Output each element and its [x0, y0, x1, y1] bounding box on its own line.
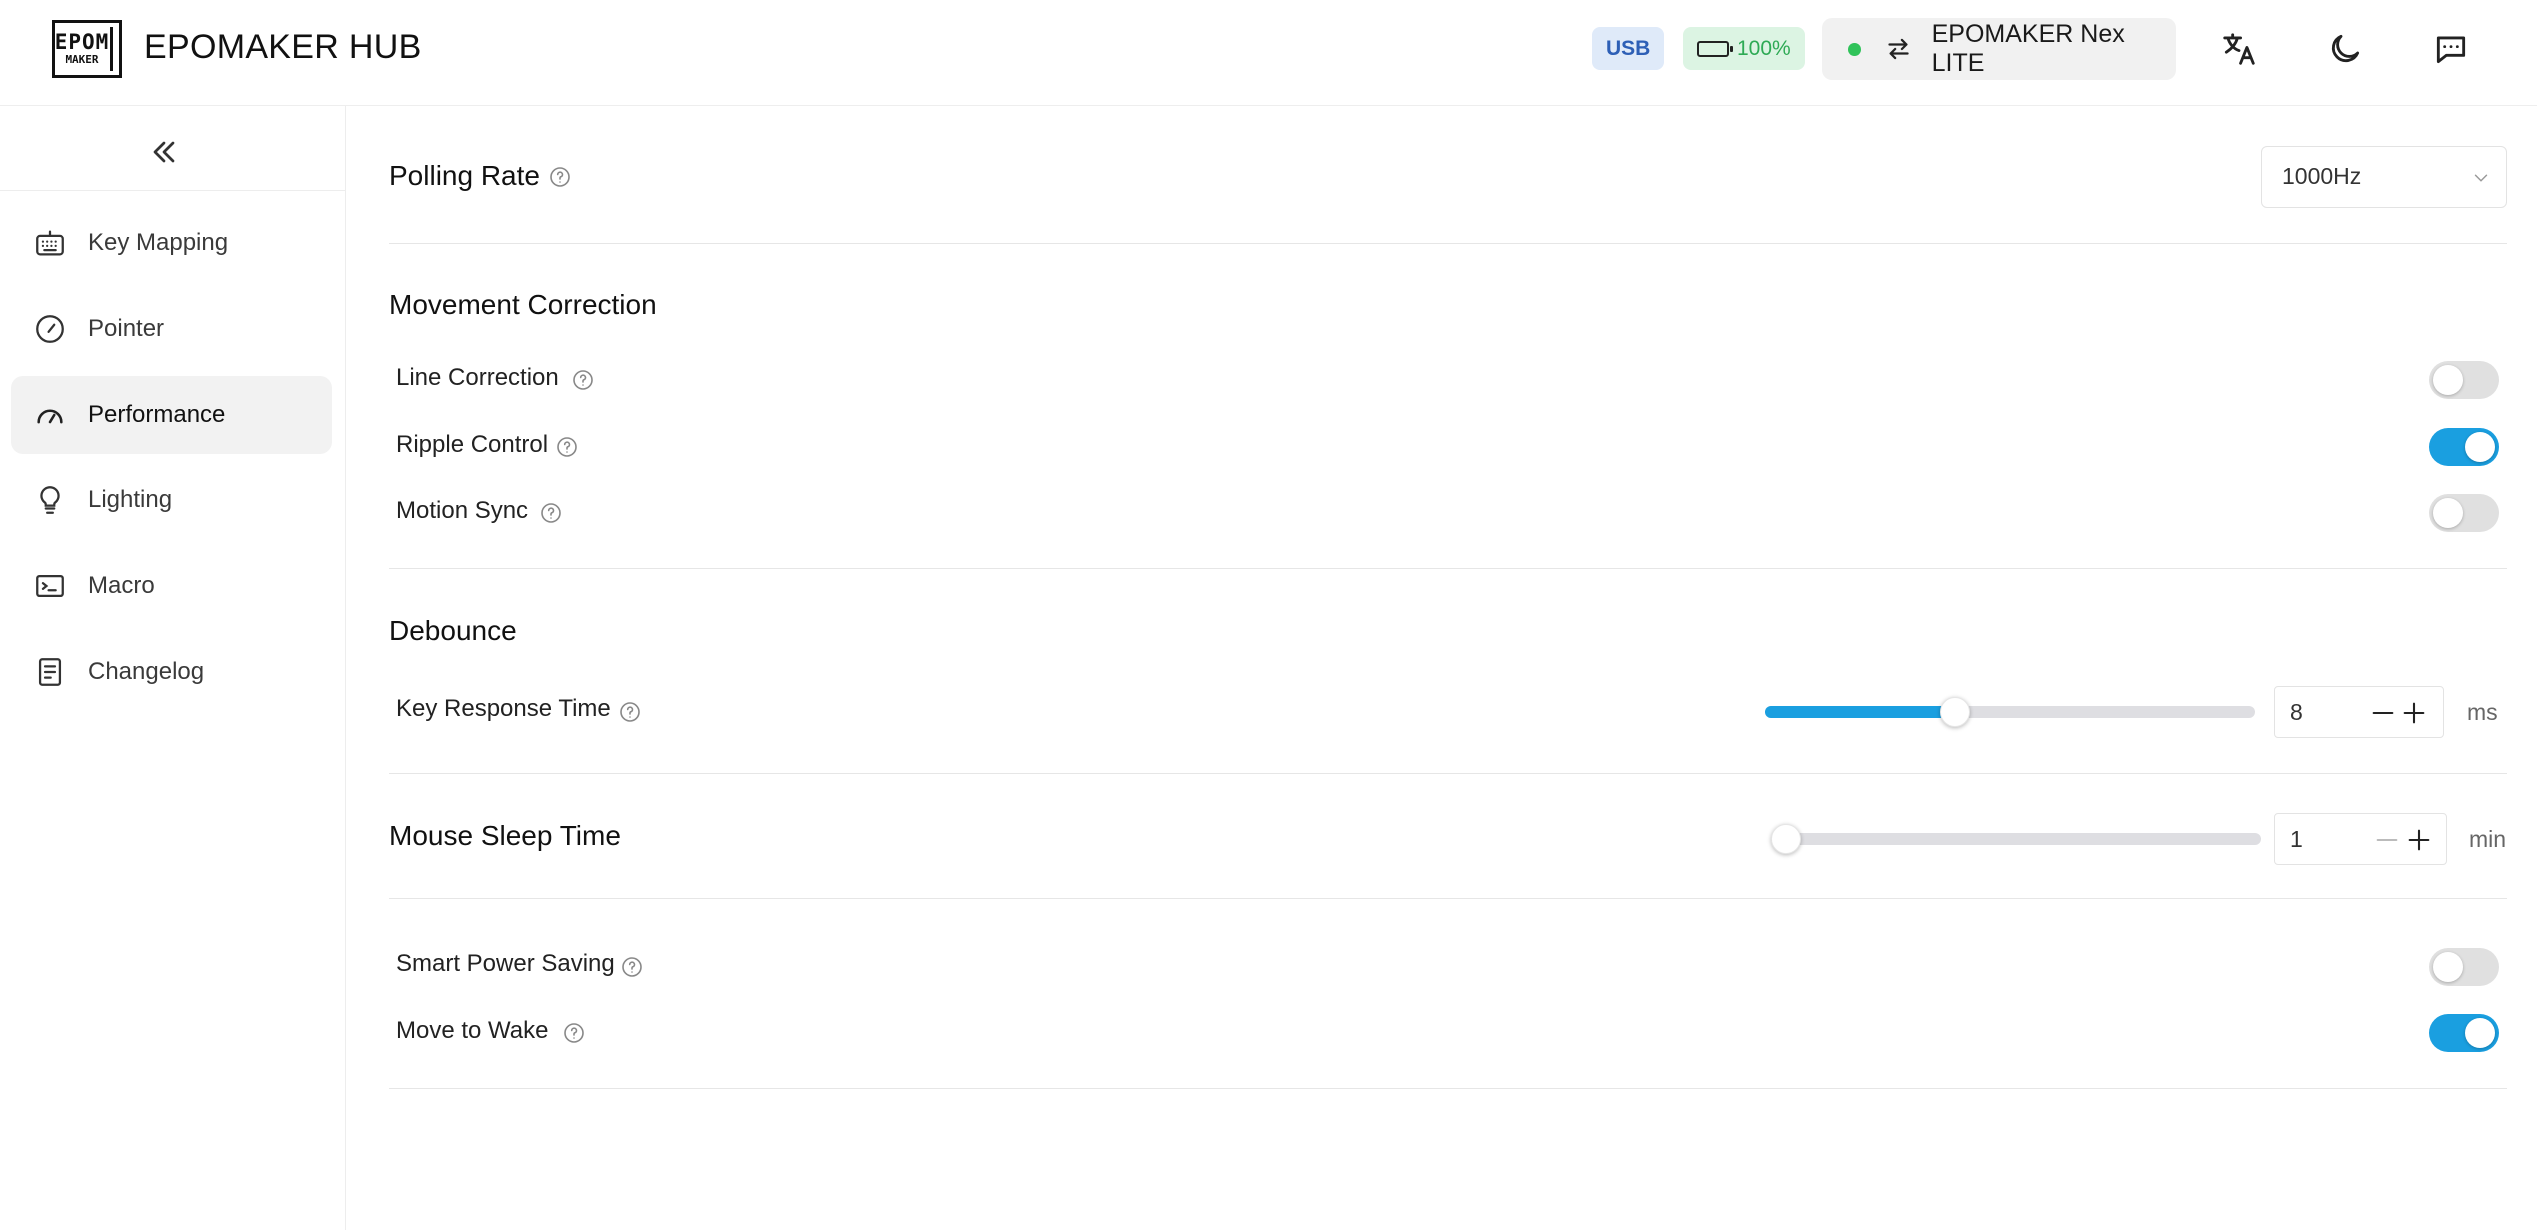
polling-rate-value: 1000Hz: [2282, 163, 2362, 189]
epomaker-logo: EPOM MAKER: [52, 20, 122, 78]
polling-rate-title: Polling Rate: [389, 160, 540, 191]
plus-icon[interactable]: [2400, 699, 2428, 727]
unit-label: ms: [2467, 699, 2498, 725]
line-correction-toggle[interactable]: [2429, 361, 2499, 399]
ripple-control-label: Ripple Control: [396, 431, 549, 458]
device-name: EPOMAKER Nex LITE: [1931, 20, 2125, 77]
app-title: EPOMAKER HUB: [144, 28, 422, 66]
movement-correction-title: Movement Correction: [389, 289, 657, 320]
help-icon[interactable]: [539, 501, 563, 525]
motion-sync-toggle[interactable]: [2429, 494, 2499, 532]
sidebar-item-label: Performance: [88, 401, 226, 428]
plus-icon[interactable]: [2405, 826, 2433, 854]
divider: [389, 243, 2507, 244]
connection-status-dot: [1848, 42, 1861, 56]
connection-badge: USB: [1592, 27, 1665, 70]
device-switcher[interactable]: EPOMAKER Nex LITE: [1822, 18, 2176, 80]
keyboard-icon: [36, 230, 64, 256]
divider: [389, 898, 2507, 899]
performance-panel: Polling Rate 1000Hz Movement Correction …: [346, 106, 2537, 1230]
help-icon[interactable]: [620, 955, 644, 979]
move-to-wake-toggle[interactable]: [2429, 1014, 2499, 1052]
slider-thumb[interactable]: [1771, 824, 1801, 854]
logo-text-bottom: MAKER: [65, 53, 99, 66]
slider-fill: [1765, 706, 1955, 718]
sidebar-item-performance[interactable]: Performance: [11, 376, 332, 454]
swap-icon: [1887, 38, 1909, 60]
dark-mode-icon[interactable]: [2326, 30, 2364, 68]
battery-level: 100%: [1737, 36, 1791, 60]
help-icon[interactable]: [548, 165, 572, 189]
divider: [389, 568, 2507, 569]
sidebar-item-label: Lighting: [88, 486, 173, 513]
divider: [389, 773, 2507, 774]
sidebar-item-lighting[interactable]: Lighting: [11, 461, 332, 539]
chevron-down-icon: [2474, 174, 2488, 182]
help-icon[interactable]: [562, 1021, 586, 1045]
mouse-sleep-time-slider[interactable]: [1771, 824, 2261, 854]
ripple-control-toggle[interactable]: [2429, 428, 2499, 466]
minus-icon[interactable]: [2373, 826, 2401, 854]
compass-icon: [36, 315, 64, 343]
mouse-sleep-time-value[interactable]: 1: [2290, 826, 2303, 853]
feedback-icon[interactable]: [2432, 30, 2470, 68]
slider-thumb[interactable]: [1939, 697, 1970, 727]
sidebar-item-label: Changelog: [88, 658, 205, 685]
battery-badge: 100%: [1683, 27, 1805, 70]
terminal-icon: [36, 574, 64, 598]
battery-icon: [1697, 40, 1733, 57]
key-response-time-stepper[interactable]: 8: [2274, 686, 2444, 738]
mouse-sleep-time-stepper[interactable]: 1: [2274, 813, 2447, 865]
sidebar-item-label: Key Mapping: [88, 229, 229, 256]
sidebar-item-label: Macro: [88, 572, 155, 599]
divider: [389, 1088, 2507, 1089]
smart-power-saving-toggle[interactable]: [2429, 948, 2499, 986]
key-response-time-slider[interactable]: [1765, 697, 2255, 727]
sidebar-item-changelog[interactable]: Changelog: [11, 633, 332, 711]
sidebar-divider: [0, 190, 346, 191]
unit-label: min: [2469, 826, 2507, 852]
smart-power-saving-label: Smart Power Saving: [396, 950, 615, 977]
mouse-sleep-time-title: Mouse Sleep Time: [389, 820, 621, 851]
key-response-time-value[interactable]: 8: [2290, 699, 2303, 726]
debounce-title: Debounce: [389, 615, 517, 646]
gauge-icon: [37, 409, 63, 424]
line-correction-label: Line Correction: [396, 364, 559, 391]
document-icon: [38, 658, 62, 686]
sidebar: Key Mapping Pointer Performance Lighting…: [0, 106, 346, 1230]
collapse-sidebar-icon[interactable]: [146, 134, 182, 170]
lightbulb-icon: [40, 486, 60, 514]
sidebar-item-key-mapping[interactable]: Key Mapping: [11, 204, 332, 282]
sidebar-item-label: Pointer: [88, 315, 165, 342]
key-response-time-label: Key Response Time: [396, 695, 611, 722]
help-icon[interactable]: [555, 435, 579, 459]
translate-icon[interactable]: [2220, 30, 2258, 68]
logo-text-top: EPOM: [54, 30, 110, 54]
help-icon[interactable]: [571, 368, 595, 392]
help-icon[interactable]: [618, 700, 642, 724]
motion-sync-label: Motion Sync: [396, 497, 529, 524]
move-to-wake-label: Move to Wake: [396, 1017, 549, 1044]
header-bar: EPOM MAKER EPOMAKER HUB USB 100% EPOMAKE…: [0, 0, 2537, 106]
minus-icon[interactable]: [2369, 699, 2397, 727]
polling-rate-select[interactable]: 1000Hz: [2261, 146, 2507, 208]
sidebar-item-macro[interactable]: Macro: [11, 547, 332, 625]
sidebar-item-pointer[interactable]: Pointer: [11, 290, 332, 368]
